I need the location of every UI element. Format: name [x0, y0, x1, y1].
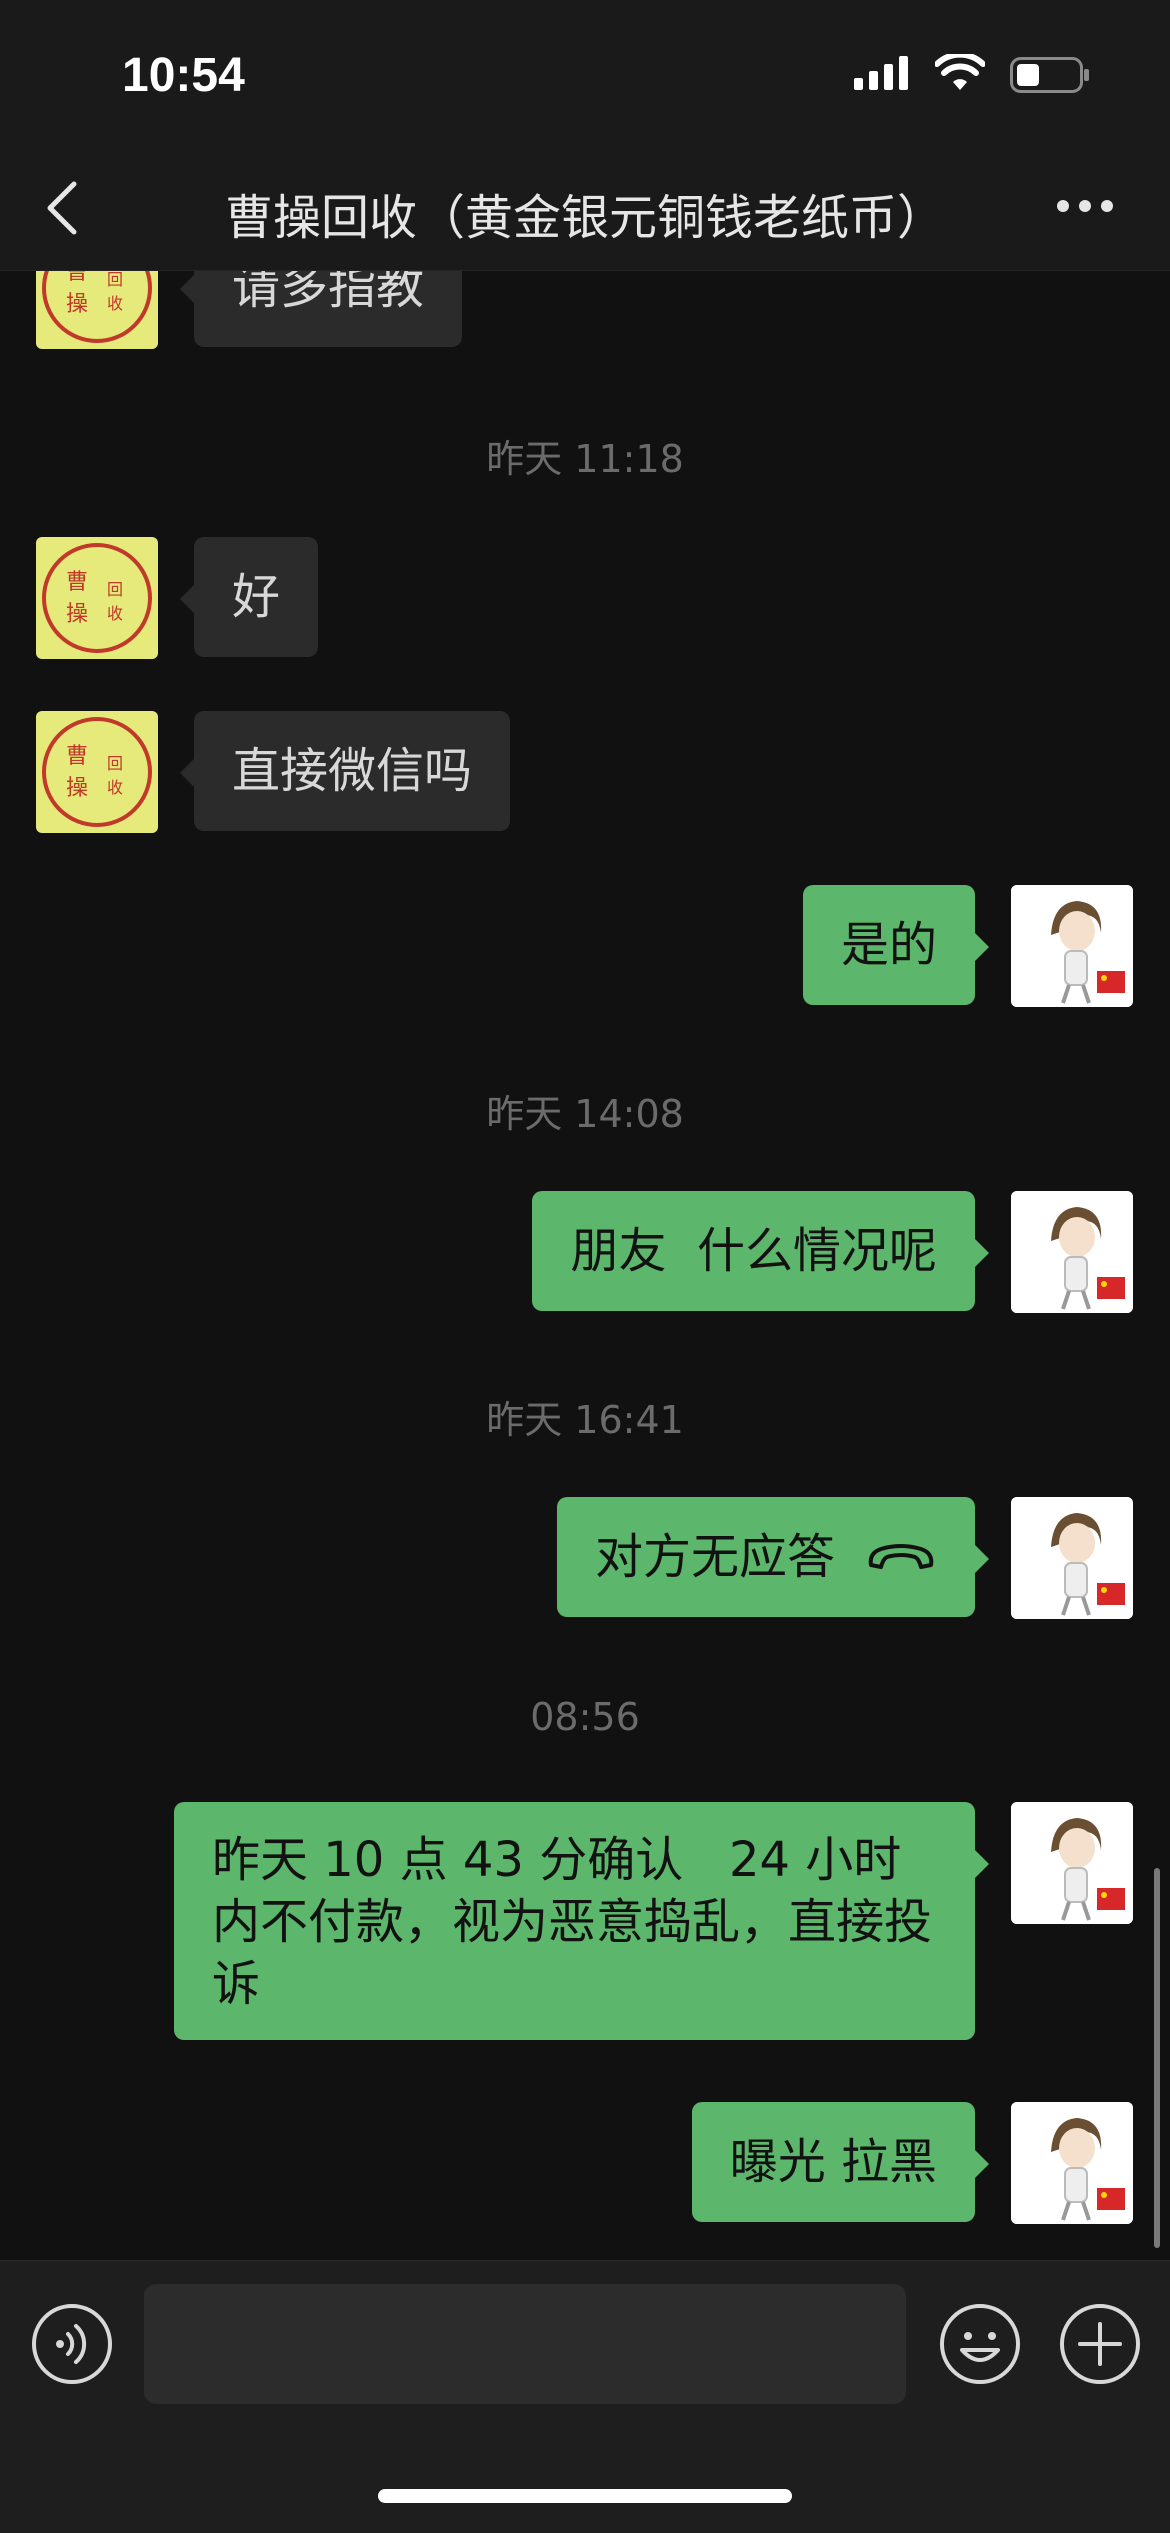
contact-seal-icon: 曹 操 回 收 — [42, 543, 152, 653]
cartoon-character-icon — [1011, 1802, 1133, 1924]
message-bubble-outgoing[interactable]: 是的 — [802, 885, 990, 1005]
contact-avatar[interactable]: 曹 操 回 收 — [36, 711, 158, 833]
user-avatar[interactable] — [1011, 1497, 1133, 1619]
message-timestamp: 昨天 16:41 — [486, 1398, 684, 1442]
user-avatar[interactable] — [1011, 2102, 1133, 2224]
message-timestamp: 昨天 11:18 — [486, 437, 684, 481]
scrollbar[interactable] — [1154, 1868, 1160, 2248]
svg-text:收: 收 — [107, 294, 123, 313]
cartoon-character-icon — [1011, 885, 1133, 1007]
svg-text:收: 收 — [107, 604, 123, 623]
message-timestamp: 昨天 14:08 — [486, 1092, 684, 1136]
wifi-icon — [935, 54, 985, 90]
user-avatar[interactable] — [1011, 1191, 1133, 1313]
svg-text:回: 回 — [107, 580, 123, 599]
svg-text:操: 操 — [66, 776, 88, 801]
plus-icon[interactable] — [1058, 2302, 1142, 2386]
message-bubble-incoming[interactable]: 好 — [179, 537, 319, 657]
message-timestamp: 08:56 — [530, 1695, 640, 1739]
voice-icon[interactable] — [30, 2302, 114, 2386]
cartoon-character-icon — [1011, 2102, 1133, 2224]
user-avatar[interactable] — [1011, 885, 1133, 1007]
contact-seal-icon: 曹 操 回 收 — [42, 271, 152, 343]
svg-text:操: 操 — [66, 292, 88, 317]
call-record-bubble[interactable]: 对方无应答 — [556, 1497, 990, 1617]
battery-icon — [1010, 57, 1089, 93]
message-bubble-outgoing[interactable]: 朋友 什么情况呢 — [532, 1191, 989, 1311]
cartoon-character-icon — [1011, 1191, 1133, 1313]
svg-text:收: 收 — [107, 778, 123, 797]
cellular-signal-icon — [854, 56, 908, 90]
chat-title: 曹操回收（黄金银元铜钱老纸币） — [224, 190, 945, 246]
svg-text:回: 回 — [107, 271, 123, 289]
message-list[interactable]: 曹 操 回 收 请多指教 昨天 11:18 曹 操 回 收 好 曹 操 回 收 … — [0, 271, 1170, 2259]
contact-seal-icon: 曹 操 回 收 — [42, 717, 152, 827]
contact-avatar[interactable]: 曹 操 回 收 — [36, 537, 158, 659]
message-bubble-incoming[interactable]: 请多指教 — [179, 271, 463, 347]
message-input[interactable] — [144, 2284, 906, 2404]
more-dots-icon[interactable] — [1055, 198, 1115, 214]
cartoon-character-icon — [1011, 1497, 1133, 1619]
message-bubble-outgoing[interactable]: 曝光 拉黑 — [691, 2102, 990, 2222]
svg-text:回: 回 — [107, 754, 123, 773]
status-bar: 10:54 — [0, 0, 1170, 150]
user-avatar[interactable] — [1011, 1802, 1133, 1924]
status-time: 10:54 — [122, 49, 245, 102]
svg-text:曹: 曹 — [66, 271, 88, 285]
emoji-icon[interactable] — [938, 2302, 1022, 2386]
contact-avatar[interactable]: 曹 操 回 收 — [36, 271, 158, 349]
home-indicator[interactable] — [378, 2489, 792, 2503]
svg-text:曹: 曹 — [66, 570, 88, 595]
message-bubble-incoming[interactable]: 直接微信吗 — [179, 711, 511, 831]
chevron-left-icon[interactable] — [42, 180, 82, 236]
call-status-text: 对方无应答 — [594, 1529, 835, 1585]
svg-text:曹: 曹 — [66, 744, 88, 769]
message-bubble-outgoing[interactable]: 昨天 10 点 43 分确认 24 小时内不付款，视为恶意捣乱，直接投诉 — [174, 1802, 989, 2040]
svg-text:操: 操 — [66, 602, 88, 627]
phone-hangup-icon — [868, 1544, 934, 1569]
